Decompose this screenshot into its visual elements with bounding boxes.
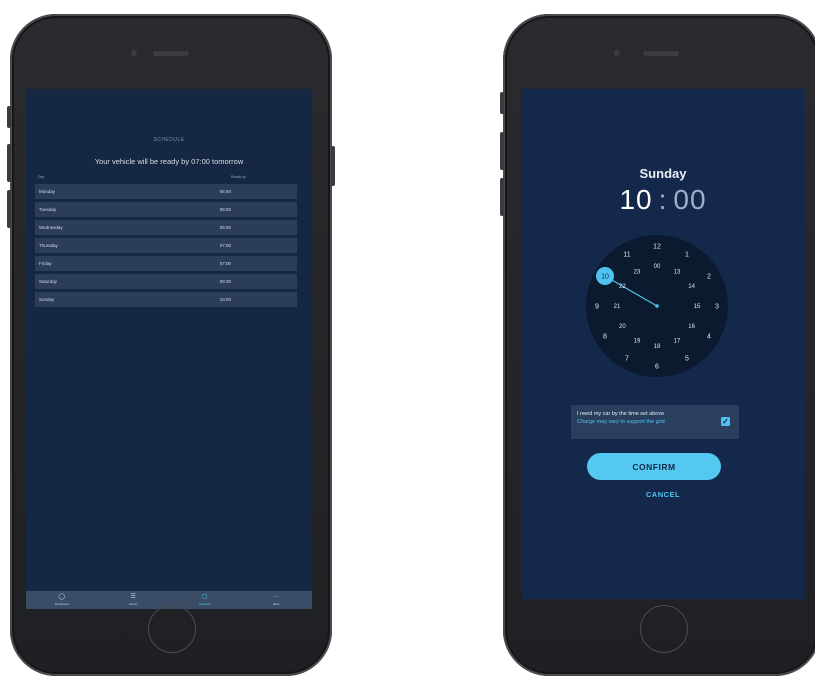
volume-down-button [500,178,504,216]
clock-hour-18[interactable]: 18 [654,344,661,350]
clock-hour-9[interactable]: 9 [595,304,599,311]
home-button[interactable] [640,605,688,653]
volume-down-button [7,190,11,228]
checkbox-checked[interactable]: ✓ [721,417,730,426]
schedule-row-thursday[interactable]: Thursday 07:00 [35,238,297,253]
row-time: 07:00 [219,243,231,248]
row-time: 06:50 [219,225,231,230]
hours-value[interactable]: 10 [619,184,652,215]
confirm-button[interactable]: CONFIRM [587,453,721,480]
history-icon: ☰ [130,594,136,600]
time-option-box: I need my car by the time set above Char… [571,405,739,439]
row-time: 06:50 [219,207,231,212]
earpiece-speaker [153,51,189,56]
tab-dashboard[interactable]: ◯ Dashboard [32,594,92,606]
schedule-row-sunday[interactable]: Sunday 10:00 [35,292,297,307]
front-camera [614,50,620,56]
page-title: SCHEDULE [153,137,185,143]
schedule-row-wednesday[interactable]: Wednesday 06:50 [35,220,297,235]
mute-switch [7,106,11,128]
more-icon: ··· [273,594,280,600]
schedule-row-tuesday[interactable]: Tuesday 06:50 [35,202,297,217]
minutes-value[interactable]: 00 [673,184,706,215]
column-header-ready-by: Ready by [231,175,246,179]
ready-message: Your vehicle will be ready by 07:00 tomo… [94,157,244,166]
clock-center [655,304,659,308]
tab-more[interactable]: ··· More [246,594,306,606]
row-time: 09:30 [219,279,231,284]
front-camera [131,50,137,56]
row-time: 06:50 [219,189,231,194]
clock-hour-15[interactable]: 15 [694,304,701,310]
schedule-row-friday[interactable]: Friday 07:00 [35,256,297,271]
schedule-list: Monday 06:50 Tuesday 06:50 Wednesday 06:… [35,184,297,310]
schedule-icon: ▢ [201,594,208,600]
schedule-row-monday[interactable]: Monday 06:50 [35,184,297,199]
clock-hour-1[interactable]: 1 [685,252,689,259]
row-day: Tuesday [39,207,57,212]
row-day: Friday [39,261,52,266]
clock-hour-14[interactable]: 14 [688,284,695,290]
clock-hour-6[interactable]: 6 [655,363,659,370]
clock-hour-23[interactable]: 23 [634,270,641,276]
cancel-button[interactable]: CANCEL [521,490,805,499]
clock-hour-19[interactable]: 19 [634,339,641,345]
time-separator: : [658,184,668,215]
tab-label: History [128,602,138,606]
clock-dial[interactable]: 121234567891011 001314151617181920212223 [585,234,729,378]
row-day: Saturday [39,279,58,284]
clock-hour-3[interactable]: 3 [715,304,719,311]
clock-hour-11[interactable]: 11 [623,252,630,259]
clock-hour-22[interactable]: 22 [619,284,626,290]
volume-up-button [7,144,11,182]
home-button[interactable] [148,605,196,653]
tab-label: Dashboard [54,602,69,606]
mute-switch [500,92,504,114]
tab-history[interactable]: ☰ History [103,594,163,606]
clock-hour-2[interactable]: 2 [707,274,711,281]
clock-hour-17[interactable]: 17 [674,339,681,345]
clock-hour-12[interactable]: 12 [653,243,661,250]
tab-label: Schedule [198,602,211,606]
tab-schedule[interactable]: ▢ Schedule [175,594,235,606]
clock-hour-10[interactable]: 10 [601,273,609,280]
row-day: Sunday [39,297,55,302]
power-button [331,146,335,186]
clock-hour-8[interactable]: 8 [603,334,607,341]
day-title: Sunday [639,166,687,181]
phone-frame-left: SCHEDULE Your vehicle will be ready by 0… [7,14,335,676]
time-display: 10:00 [521,184,805,216]
clock-hour-4[interactable]: 4 [707,334,711,341]
schedule-row-saturday[interactable]: Saturday 09:30 [35,274,297,289]
row-day: Monday [39,189,56,194]
option-secondary-text: Charge may vary to support the grid [577,419,665,425]
clock-hour-21[interactable]: 21 [614,304,621,310]
column-header-day: Day [38,175,45,179]
phone-frame-right: Sunday 10:00 12 1 2 3 4 5 6 7 8 9 10 11 00 13 14 15 16 1… [500,14,815,676]
row-day: Wednesday [39,225,63,230]
earpiece-speaker [643,51,679,56]
volume-up-button [500,132,504,170]
clock-hour-20[interactable]: 20 [619,324,626,330]
clock-hour-5[interactable]: 5 [685,355,689,362]
clock-hour-7[interactable]: 7 [625,355,629,362]
schedule-screen: SCHEDULE Your vehicle will be ready by 0… [26,89,312,609]
clock-hour-13[interactable]: 13 [674,270,681,276]
clock-hour-00[interactable]: 00 [654,264,661,270]
time-picker-screen: Sunday 10:00 12 1 2 3 4 5 6 7 8 9 10 11 00 13 14 15 16 1… [521,89,805,599]
tab-label: More [273,602,280,606]
option-primary-text: I need my car by the time set above [577,411,665,417]
row-time: 10:00 [219,297,231,302]
row-day: Thursday [39,243,58,248]
clock-hour-16[interactable]: 16 [688,324,695,330]
clock-icon: ◯ [58,594,66,600]
row-time: 07:00 [219,261,231,266]
